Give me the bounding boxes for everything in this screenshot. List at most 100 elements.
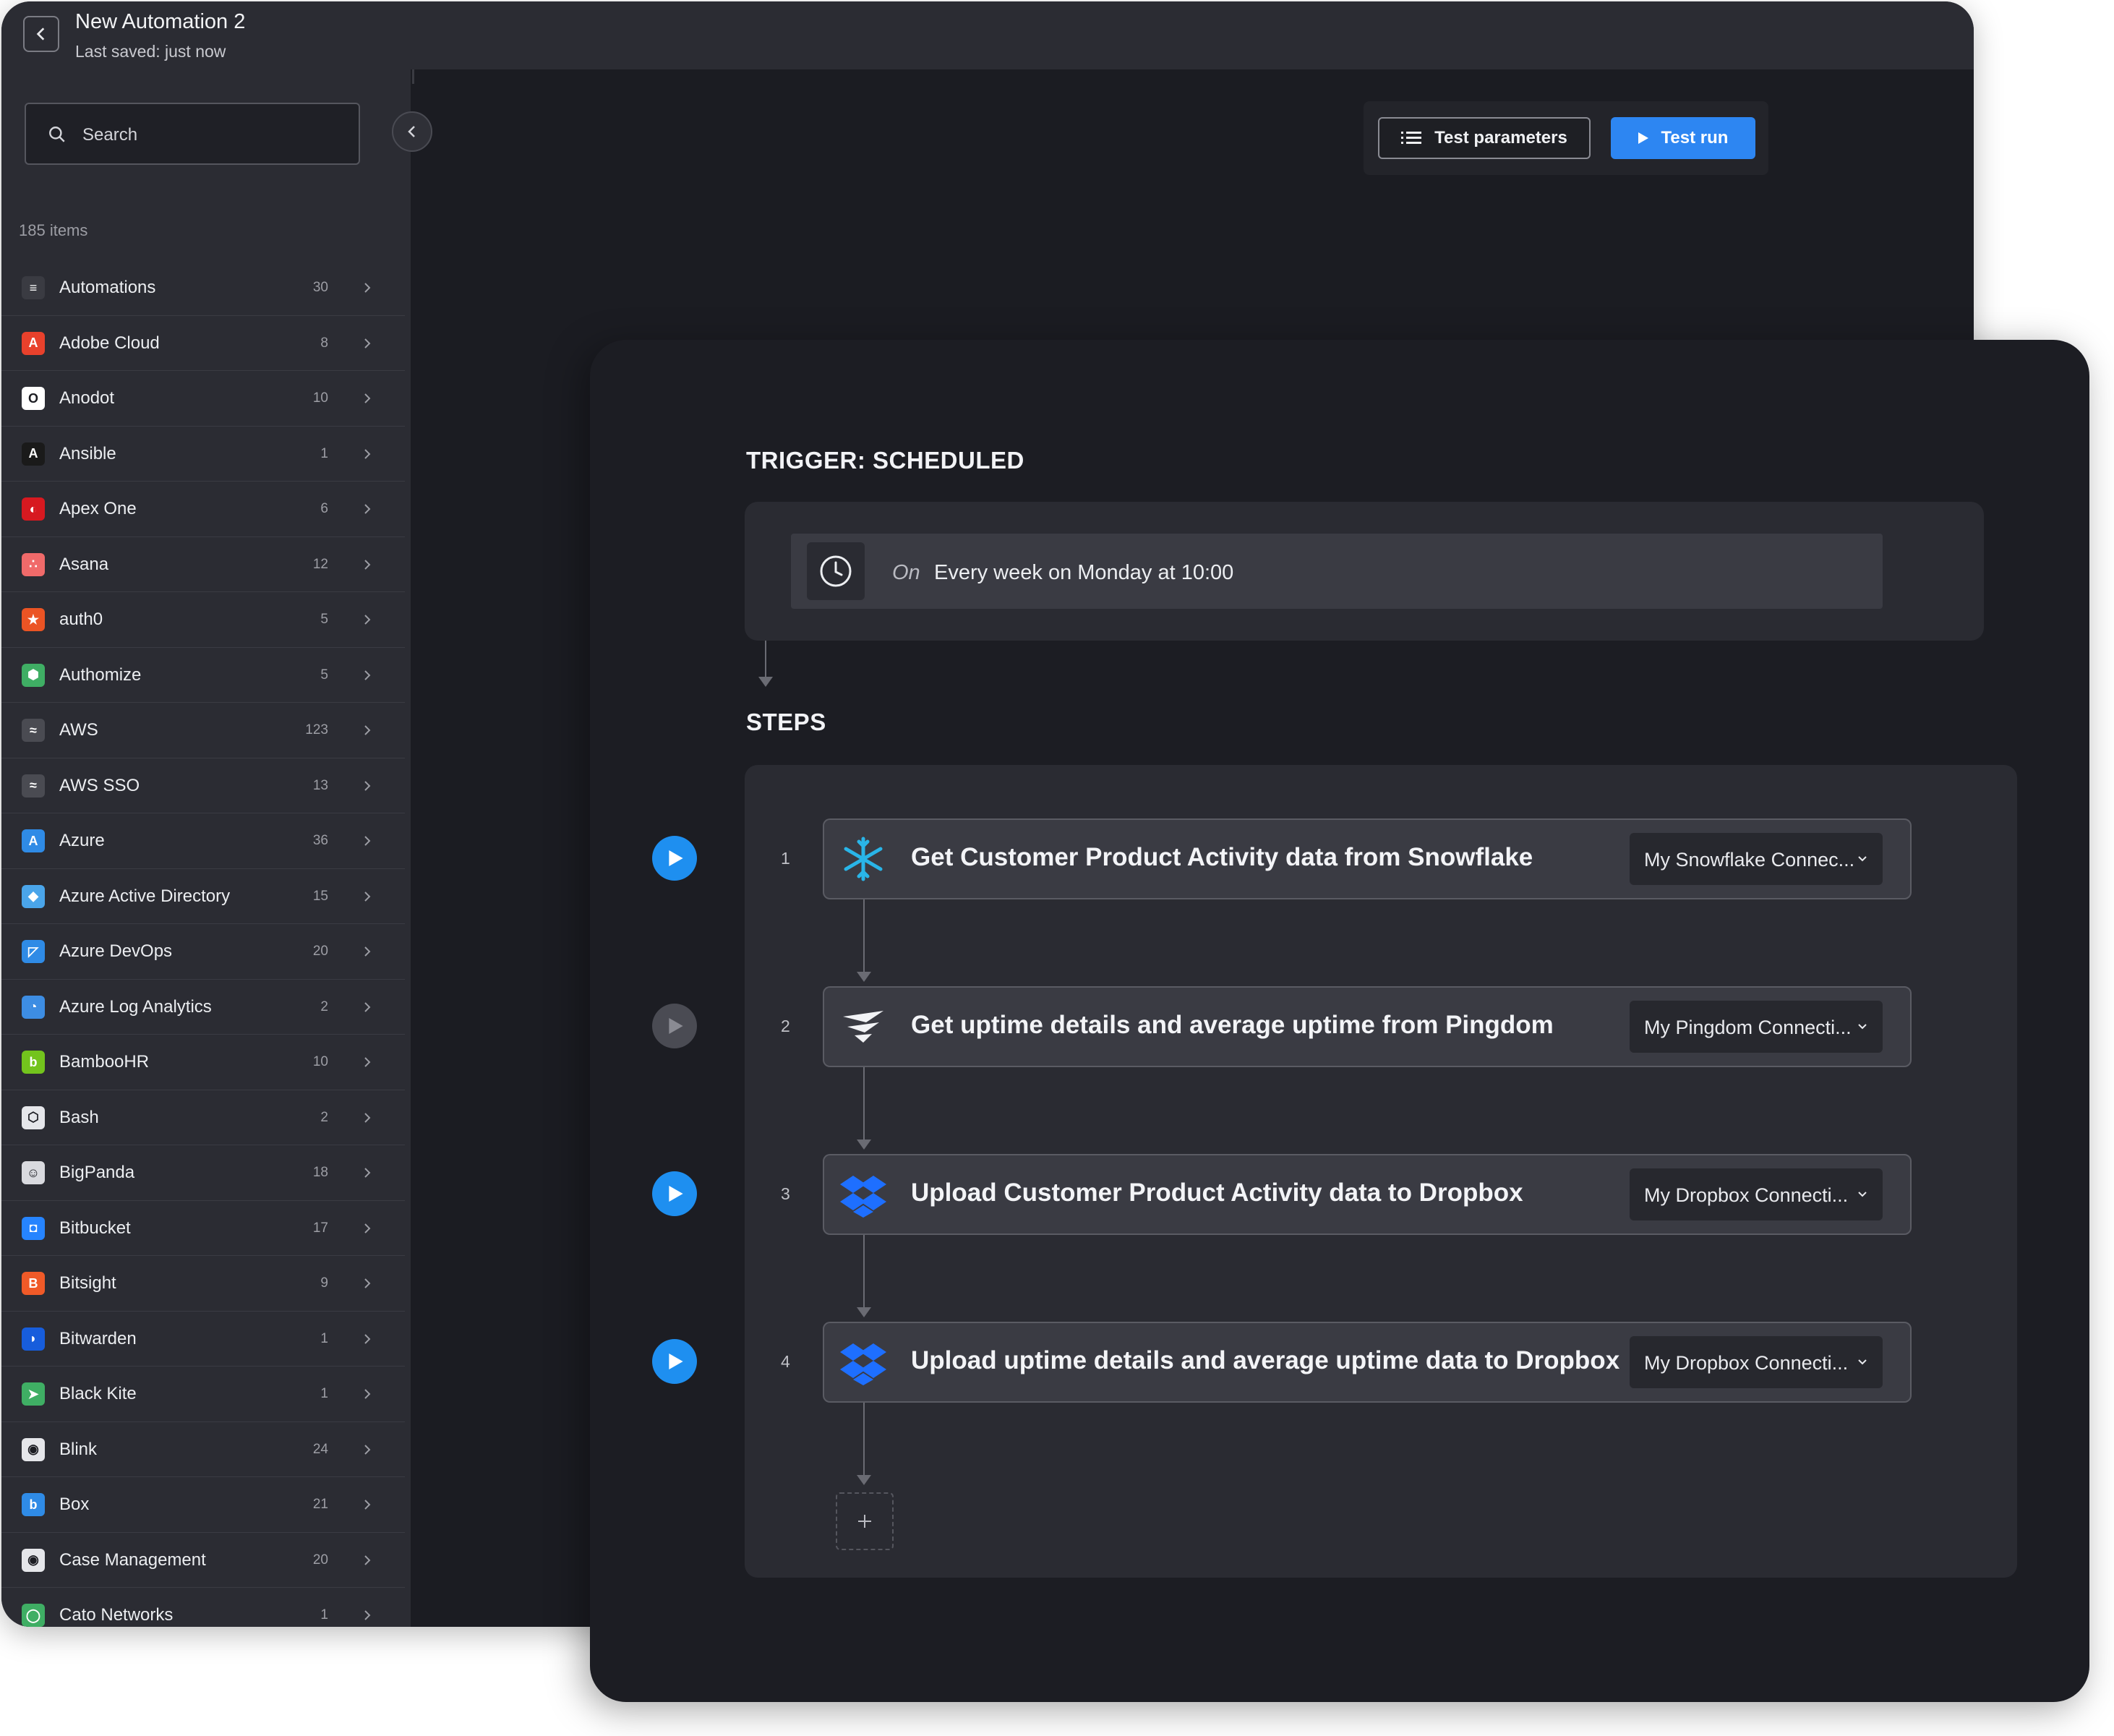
snowflake-icon (844, 837, 883, 881)
play-icon (669, 1354, 683, 1369)
items-count: 185 items (19, 221, 88, 239)
connection-select[interactable]: My Snowflake Connec... (1630, 833, 1883, 885)
sidebar-item-count: 18 (312, 1165, 328, 1180)
connection-select[interactable]: My Pingdom Connecti... (1630, 1001, 1883, 1053)
step-title: Get Customer Product Activity data from … (911, 843, 1533, 871)
sidebar-item-apex-one[interactable]: ◐ Apex One 6 (1, 482, 405, 537)
step-card[interactable]: Get Customer Product Activity data from … (823, 818, 1912, 899)
plus-icon (858, 1515, 871, 1528)
sidebar-item-bash[interactable]: ⬡ Bash 2 (1, 1090, 405, 1145)
anodot-icon: O (22, 387, 45, 410)
sidebar-item-azure-active-directory[interactable]: ◆ Azure Active Directory 15 (1, 869, 405, 924)
sidebar-item-cato-networks[interactable]: ◯ Cato Networks 1 (1, 1588, 405, 1627)
step-title: Upload Customer Product Activity data to… (911, 1179, 1523, 1207)
sidebar-item-aws[interactable]: ≈ AWS 123 (1, 703, 405, 758)
run-step-button[interactable] (652, 836, 697, 881)
step-card[interactable]: Upload uptime details and average uptime… (823, 1322, 1912, 1403)
chevron-right-icon (364, 1444, 371, 1455)
chevron-right-icon (364, 1057, 371, 1067)
chevron-left-icon (408, 126, 415, 137)
authomize-icon: ⬢ (22, 663, 45, 687)
pingdom-icon (843, 1011, 883, 1043)
sidebar-item-azure-devops[interactable]: ◸ Azure DevOps 20 (1, 924, 405, 980)
step-title: Get uptime details and average uptime fr… (911, 1011, 1554, 1039)
run-step-button[interactable] (652, 1339, 697, 1384)
sidebar-item-azure[interactable]: A Azure 36 (1, 813, 405, 869)
add-step-button[interactable] (836, 1492, 894, 1550)
clock-icon-box (807, 542, 865, 600)
sidebar-item-asana[interactable]: ∴ Asana 12 (1, 537, 405, 592)
sidebar-item-bigpanda[interactable]: ☺ BigPanda 18 (1, 1145, 405, 1201)
automation-title[interactable]: New Automation 2 (75, 10, 245, 34)
sidebar-item-label: Apex One (59, 499, 137, 518)
chevron-right-icon (364, 780, 371, 791)
sidebar-item-automations[interactable]: ≡ Automations 30 (1, 260, 405, 316)
sidebar-item-count: 5 (320, 667, 328, 683)
sidebar-item-azure-log-analytics[interactable]: ◔ Azure Log Analytics 2 (1, 980, 405, 1035)
sidebar-item-count: 20 (312, 1552, 328, 1568)
sidebar-item-bitbucket[interactable]: ◘ Bitbucket 17 (1, 1201, 405, 1256)
sidebar-item-ansible[interactable]: A Ansible 1 (1, 427, 405, 482)
collapse-sidebar-button[interactable] (392, 111, 432, 152)
connection-select[interactable]: My Dropbox Connecti... (1630, 1168, 1883, 1220)
sidebar-item-case-management[interactable]: ◉ Case Management 20 (1, 1533, 405, 1588)
apex-one-icon: ◐ (22, 497, 45, 521)
back-button[interactable] (23, 16, 59, 52)
search-input[interactable] (81, 119, 344, 152)
case-management-icon: ◉ (22, 1548, 45, 1572)
sidebar-item-bitsight[interactable]: B Bitsight 9 (1, 1256, 405, 1312)
chevron-right-icon (364, 448, 371, 459)
steps-section: 1 Get Customer Product Activity data from… (652, 765, 2017, 1578)
step-connector (863, 1067, 865, 1141)
test-parameters-label: Test parameters (1434, 128, 1567, 147)
sidebar-item-auth0[interactable]: ★ auth0 5 (1, 592, 405, 648)
sidebar-item-count: 1 (320, 445, 328, 461)
sidebar-item-anodot[interactable]: O Anodot 10 (1, 371, 405, 427)
sidebar-item-label: Azure (59, 831, 105, 850)
chevron-right-icon (364, 1610, 371, 1620)
sidebar-item-bamboohr[interactable]: b BambooHR 10 (1, 1035, 405, 1090)
connection-select-value: My Pingdom Connecti... (1644, 1017, 1852, 1038)
sidebar-item-label: BigPanda (59, 1163, 135, 1182)
test-run-button[interactable]: Test run (1611, 117, 1755, 159)
connection-select-value: My Dropbox Connecti... (1644, 1184, 1849, 1206)
sidebar-item-count: 9 (320, 1275, 328, 1291)
sidebar-item-label: BambooHR (59, 1052, 150, 1072)
run-step-button[interactable] (652, 1171, 697, 1216)
azure-ad-icon: ◆ (22, 884, 45, 908)
chevron-right-icon (364, 1112, 371, 1123)
cato-networks-icon: ◯ (22, 1604, 45, 1627)
chevron-right-icon (364, 891, 371, 902)
step-card[interactable]: Upload Customer Product Activity data to… (823, 1154, 1912, 1235)
sidebar-item-label: Asana (59, 554, 109, 574)
sidebar-item-label: auth0 (59, 610, 103, 629)
bitwarden-icon: ◗ (22, 1327, 45, 1351)
sidebar-item-label: Adobe Cloud (59, 333, 160, 353)
schedule-trigger[interactable]: On Every week on Monday at 10:00 (791, 534, 1883, 609)
sidebar-item-count: 5 (320, 612, 328, 627)
sidebar-item-bitwarden[interactable]: ◗ Bitwarden 1 (1, 1312, 405, 1367)
sidebar-item-box[interactable]: b Box 21 (1, 1477, 405, 1533)
bigpanda-icon: ☺ (22, 1161, 45, 1184)
sidebar-item-label: Cato Networks (59, 1605, 174, 1625)
run-step-button[interactable] (652, 1004, 697, 1048)
chevron-right-icon (364, 283, 371, 293)
sidebar-item-aws-sso[interactable]: ≈ AWS SSO 13 (1, 758, 405, 813)
test-parameters-button[interactable]: Test parameters (1378, 117, 1591, 159)
step-connector-arrow (857, 972, 871, 982)
connection-select[interactable]: My Dropbox Connecti... (1630, 1336, 1883, 1388)
trigger-prefix: On (892, 561, 920, 584)
search-field[interactable] (25, 103, 360, 165)
sidebar-item-blink[interactable]: ◉ Blink 24 (1, 1422, 405, 1477)
sidebar-item-black-kite[interactable]: ➤ Black Kite 1 (1, 1367, 405, 1422)
chevron-right-icon (364, 1001, 371, 1012)
step-card[interactable]: Get uptime details and average uptime fr… (823, 986, 1912, 1067)
sidebar-item-count: 1 (320, 1330, 328, 1346)
chevron-down-icon (1858, 1024, 1867, 1030)
sidebar-item-authomize[interactable]: ⬢ Authomize 5 (1, 648, 405, 703)
sidebar-item-label: Black Kite (59, 1384, 137, 1403)
azure-icon: A (22, 829, 45, 852)
sidebar-item-adobe-cloud[interactable]: A Adobe Cloud 8 (1, 316, 405, 371)
chevron-right-icon (364, 946, 371, 957)
step-connector (863, 899, 865, 973)
